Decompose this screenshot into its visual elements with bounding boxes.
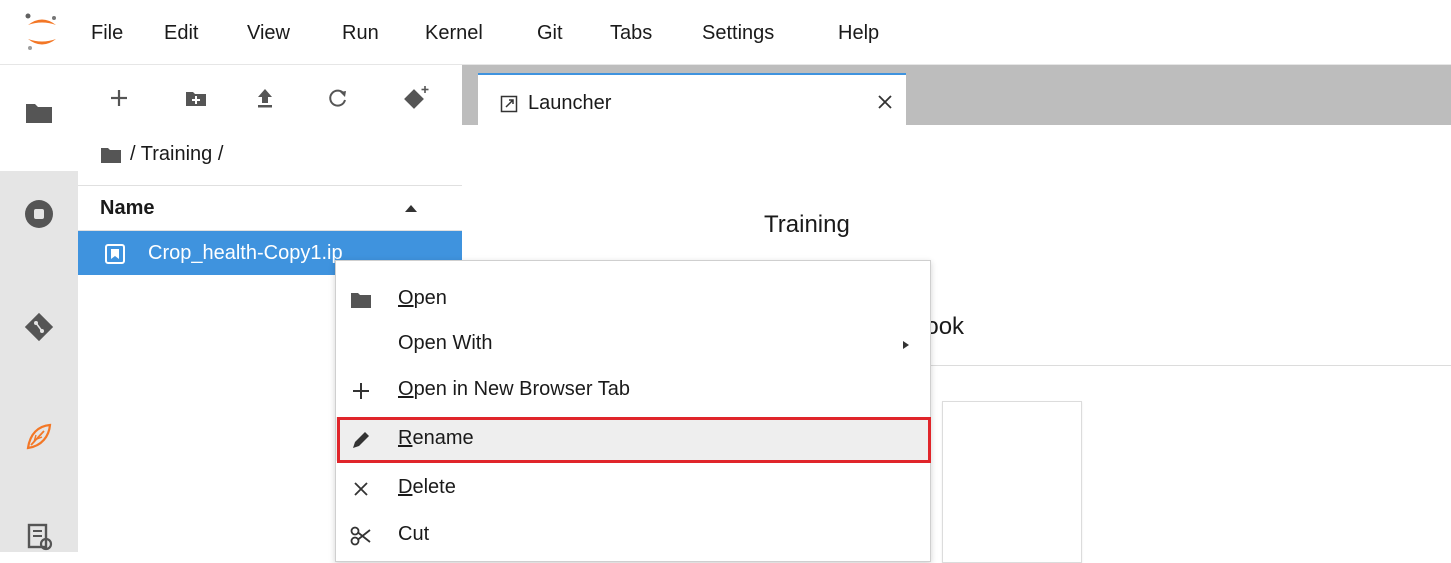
notebook-icon (105, 244, 125, 264)
scissors-icon (350, 526, 371, 546)
menu-file[interactable]: File (91, 22, 123, 45)
context-menu-open-new-tab[interactable]: Open in New Browser Tab (336, 368, 930, 412)
pencil-icon (353, 432, 369, 448)
context-menu-open[interactable]: Open (336, 277, 930, 321)
menu-settings[interactable]: Settings (702, 22, 774, 45)
new-launcher-plus-icon[interactable] (104, 83, 134, 113)
git-icon[interactable] (22, 310, 56, 344)
menu-view[interactable]: View (247, 22, 290, 45)
file-list-header: Name (78, 185, 462, 231)
running-stop-icon[interactable] (22, 197, 56, 231)
menu-run[interactable]: Run (342, 22, 379, 45)
launcher-icon (500, 95, 518, 113)
folder-icon[interactable] (100, 146, 122, 164)
launcher-section-title: Training (764, 211, 850, 238)
folder-icon[interactable] (22, 95, 56, 129)
menu-edit[interactable]: Edit (164, 22, 198, 45)
menu-bar: File Edit View Run Kernel Git Tabs Setti… (0, 0, 1451, 65)
new-folder-icon[interactable] (181, 83, 211, 113)
sort-ascending-icon[interactable] (404, 204, 418, 213)
git-clone-icon[interactable] (400, 83, 430, 113)
breadcrumb-path[interactable]: / Training / (130, 143, 223, 166)
launcher-card[interactable] (942, 401, 1082, 563)
context-menu-rename[interactable]: Rename (336, 417, 931, 463)
tab-label: Launcher (528, 92, 612, 114)
breadcrumb: / Training / (100, 143, 223, 166)
context-menu-open-label: Open (398, 287, 447, 309)
file-name: Crop_health-Copy1.ip (148, 242, 343, 264)
context-menu-open-with-label: Open With (398, 332, 493, 354)
close-icon[interactable] (876, 93, 894, 111)
extension-leaf-icon[interactable] (22, 420, 56, 454)
context-menu-rename-label: Rename (398, 427, 474, 449)
menu-tabs[interactable]: Tabs (610, 22, 652, 45)
chevron-right-icon (903, 341, 909, 349)
context-menu-open-with[interactable]: Open With (336, 322, 930, 366)
context-menu: Open Open With Open in New Browser Tab R… (335, 260, 931, 562)
close-icon (354, 482, 368, 496)
menu-help[interactable]: Help (838, 22, 879, 45)
context-menu-open-new-tab-label: Open in New Browser Tab (398, 378, 630, 400)
column-header-name[interactable]: Name (100, 197, 154, 220)
plus-icon (353, 383, 369, 399)
property-inspector-icon[interactable] (22, 520, 56, 554)
upload-icon[interactable] (250, 83, 280, 113)
menu-kernel[interactable]: Kernel (425, 22, 483, 45)
refresh-icon[interactable] (323, 83, 353, 113)
menu-git[interactable]: Git (537, 22, 563, 45)
context-menu-cut-label: Cut (398, 523, 430, 545)
context-menu-delete-label: Delete (398, 476, 456, 498)
folder-icon (351, 293, 371, 308)
context-menu-cut[interactable]: Cut (336, 513, 930, 557)
tab-bar: Launcher (462, 65, 1451, 135)
activity-bar (0, 65, 78, 552)
context-menu-delete[interactable]: Delete (336, 466, 930, 510)
jupyter-logo-icon (25, 13, 56, 50)
